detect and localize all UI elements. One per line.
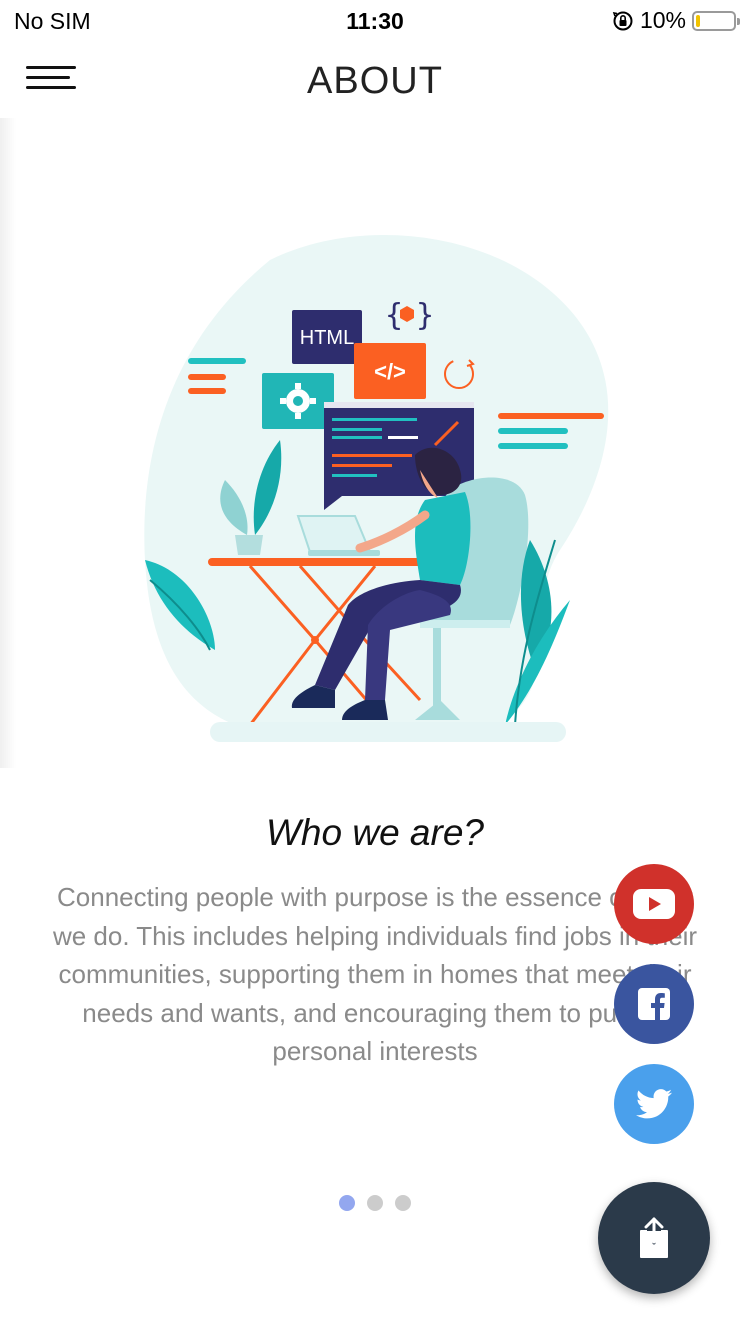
youtube-button[interactable] [614,864,694,944]
youtube-icon [633,889,675,919]
page-title: ABOUT [307,60,443,102]
facebook-icon [638,988,670,1020]
share-icon [640,1217,668,1258]
page-dot[interactable] [367,1195,383,1211]
drawer-edge-shadow [0,118,16,768]
share-button[interactable] [598,1182,710,1294]
developer-illustration: HTML { } </> [144,234,609,742]
twitter-icon [636,1089,672,1119]
battery-percent: 10% [639,7,686,33]
status-bar: No SIM 11:30 10% [0,0,750,40]
facebook-button[interactable] [614,964,694,1044]
html-label: HTML [300,327,354,349]
section-heading: Who we are? [266,812,484,853]
orientation-lock-icon [612,11,633,30]
about-description: Connecting people with purpose is the es… [52,882,698,1066]
svg-text:}: } [416,298,434,333]
battery-level [696,14,700,27]
status-right: 10% [612,7,740,34]
battery-icon [692,10,740,31]
code-label: </> [374,359,406,384]
page-dot[interactable] [339,1195,355,1211]
twitter-button[interactable] [614,1064,694,1144]
app-header: ABOUT [0,44,750,118]
page-dot[interactable] [395,1195,411,1211]
